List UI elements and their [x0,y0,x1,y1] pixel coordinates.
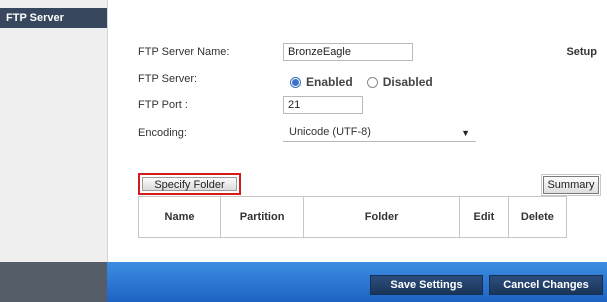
radio-selected-icon[interactable] [290,76,301,88]
settings-sidebar [0,0,108,302]
column-header-delete: Delete [507,196,568,238]
server-name-label: FTP Server Name: [138,46,230,58]
server-state-label: FTP Server: [138,73,198,85]
disabled-option-label[interactable]: Disabled [383,75,433,89]
setup-row-label: Setup [566,46,597,58]
cancel-changes-button[interactable]: Cancel Changes [489,275,603,295]
encoding-select[interactable]: Unicode (UTF-8) ▼ [283,124,476,142]
column-header-name: Name [137,196,222,238]
table-header-row: Name Partition Folder Edit Delete [137,196,568,238]
footer-left-panel [0,262,107,302]
folder-table: Name Partition Folder Edit Delete [137,196,568,238]
specify-folder-button[interactable]: Specify Folder [142,177,237,191]
summary-button[interactable]: Summary [541,174,601,196]
server-state-radio-group: Enabled Disabled [290,75,447,89]
section-title: FTP Server [0,8,107,28]
enabled-option-label[interactable]: Enabled [306,75,353,89]
column-header-edit: Edit [458,196,509,238]
encoding-selected-value: Unicode (UTF-8) [289,126,371,138]
radio-unselected-icon[interactable] [366,76,378,88]
specify-folder-highlight: Specify Folder [138,173,241,195]
dropdown-arrow-icon[interactable]: ▼ [461,128,470,138]
encoding-label: Encoding: [138,127,187,139]
port-label: FTP Port : [138,99,188,111]
server-name-input[interactable] [283,43,413,61]
save-settings-button[interactable]: Save Settings [370,275,483,295]
column-header-partition: Partition [220,196,305,238]
footer-bar: Save Settings Cancel Changes [0,262,607,302]
port-input[interactable] [283,96,363,114]
column-header-folder: Folder [303,196,460,238]
